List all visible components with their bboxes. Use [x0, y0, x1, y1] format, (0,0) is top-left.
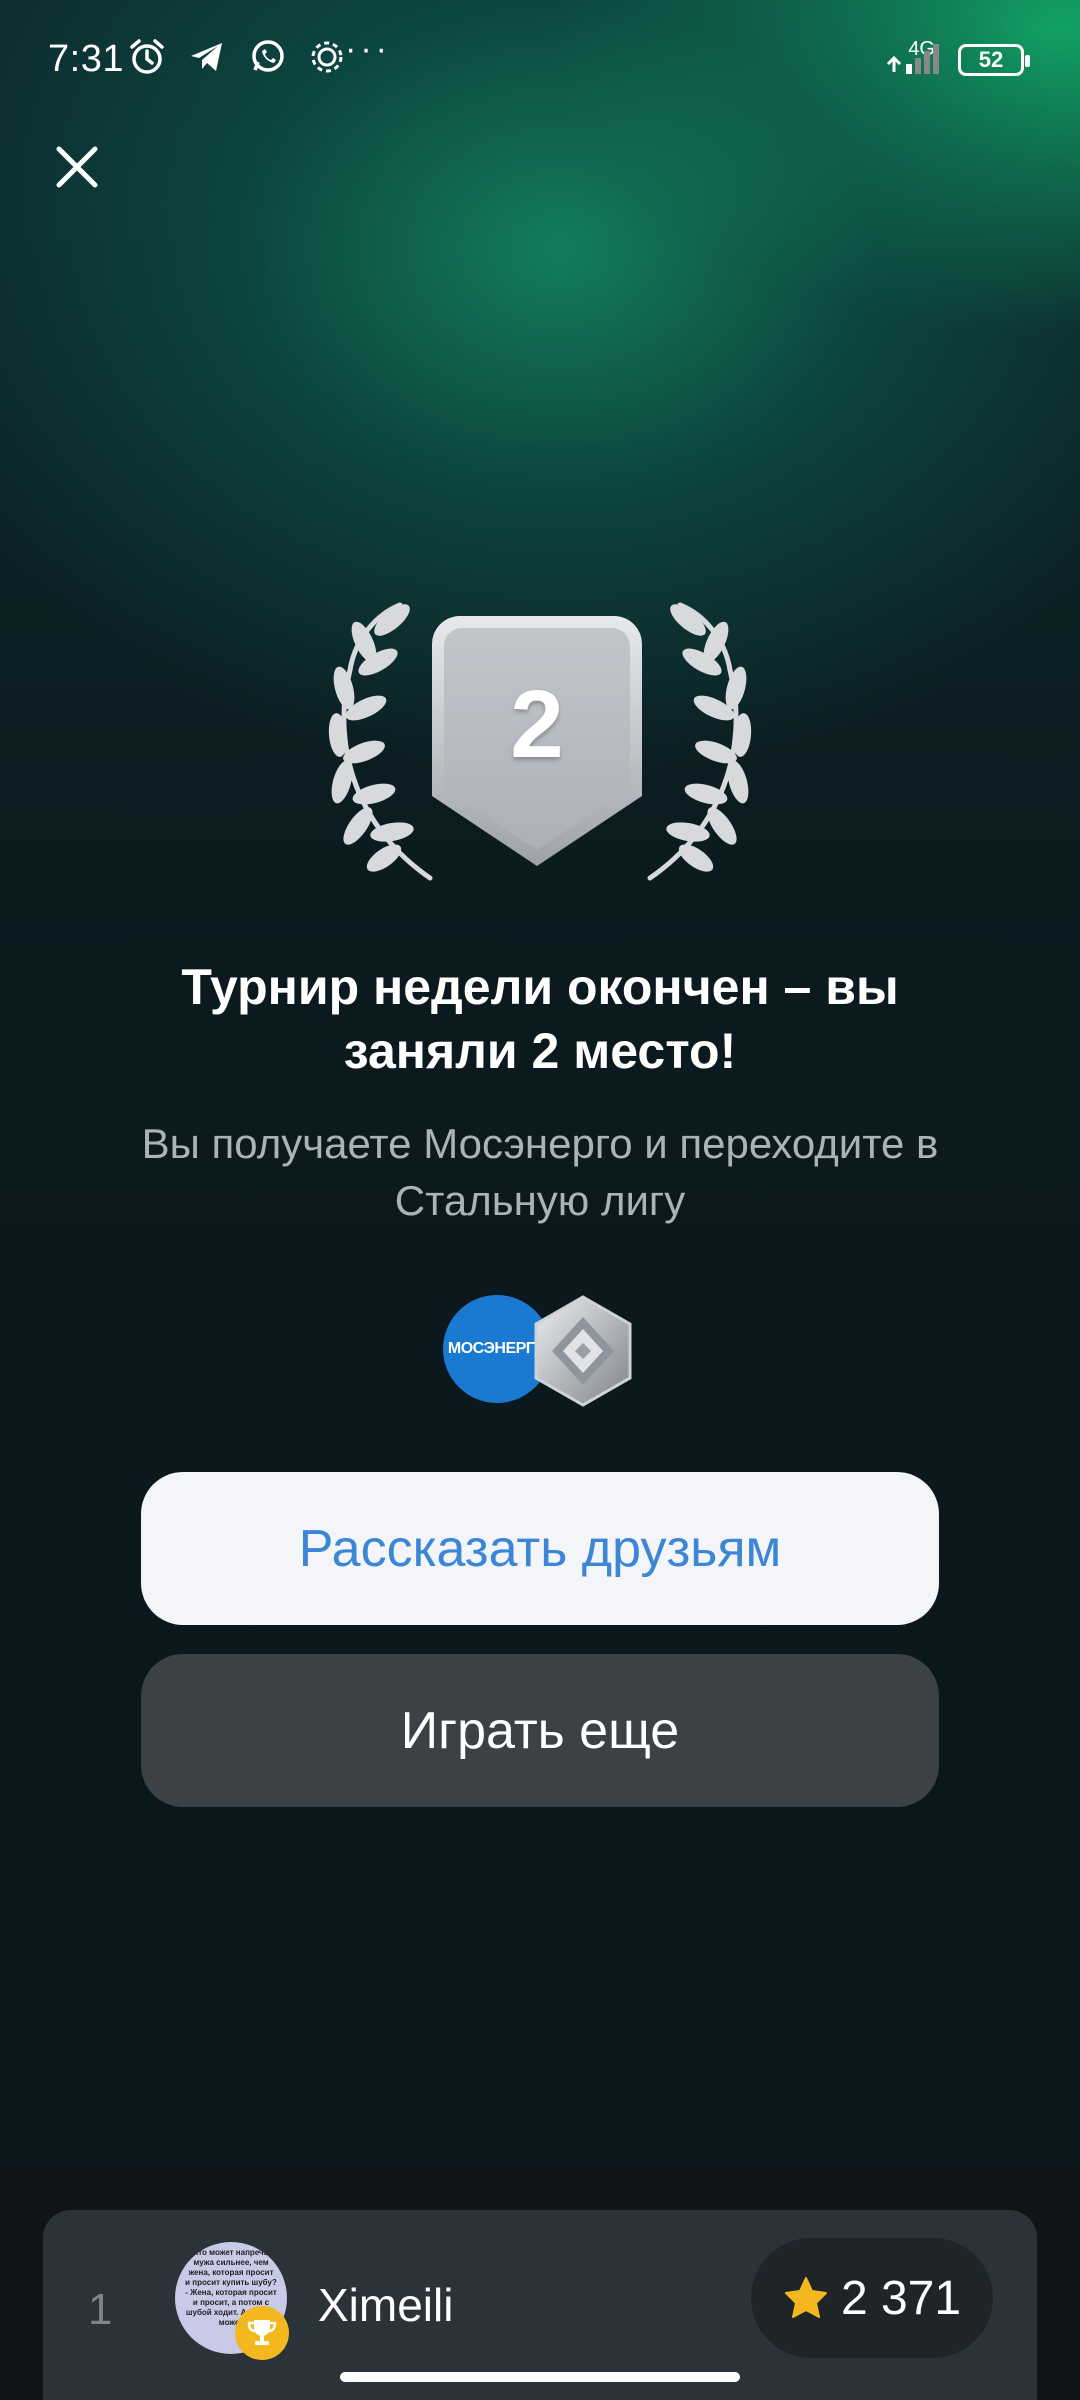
- play-again-button[interactable]: Играть еще: [141, 1654, 939, 1807]
- steel-league-icon: [534, 1295, 632, 1407]
- laurel-right-icon: [647, 602, 752, 881]
- status-time: 7:31: [48, 38, 124, 80]
- status-icons: [128, 38, 346, 76]
- status-bar: 7:31 ··· 4G 52: [0, 0, 1080, 120]
- whatsapp-icon: [248, 38, 286, 76]
- score-badge: 2 371: [751, 2238, 993, 2358]
- home-indicator[interactable]: [340, 2372, 740, 2382]
- more-dots-icon: ···: [345, 30, 391, 68]
- alarm-icon: [128, 38, 166, 76]
- settings-icon: [308, 38, 346, 76]
- place-badge: 2: [320, 600, 760, 890]
- result-subline: Вы получаете Мосэнерго и переходите в Ст…: [141, 1120, 939, 1224]
- place-number: 2: [510, 671, 564, 778]
- star-icon: [784, 2277, 827, 2318]
- close-button[interactable]: [40, 130, 114, 204]
- telegram-icon: [188, 38, 226, 76]
- status-right: 52: [884, 38, 1030, 81]
- close-icon: [56, 146, 98, 188]
- share-with-friends-button[interactable]: Рассказать друзьям: [141, 1472, 939, 1625]
- score-value: 2 371: [840, 2271, 962, 2325]
- trophy-icon: [235, 2306, 289, 2360]
- battery-indicator: 52: [958, 43, 1030, 76]
- leaderboard-rank: 1: [88, 2285, 113, 2334]
- player-name: Ximeili: [318, 2279, 454, 2331]
- rewards: МОСЭНЕРГО: [440, 1295, 640, 1407]
- laurel-left-icon: [328, 602, 433, 881]
- result-headline: Турнир недели окончен – вы заняли 2 мест…: [181, 959, 899, 1079]
- signal-icon: [884, 38, 944, 81]
- tournament-result-screen: 7:31 ··· 4G 52 2 Турнир недели окончен –…: [0, 0, 1080, 2400]
